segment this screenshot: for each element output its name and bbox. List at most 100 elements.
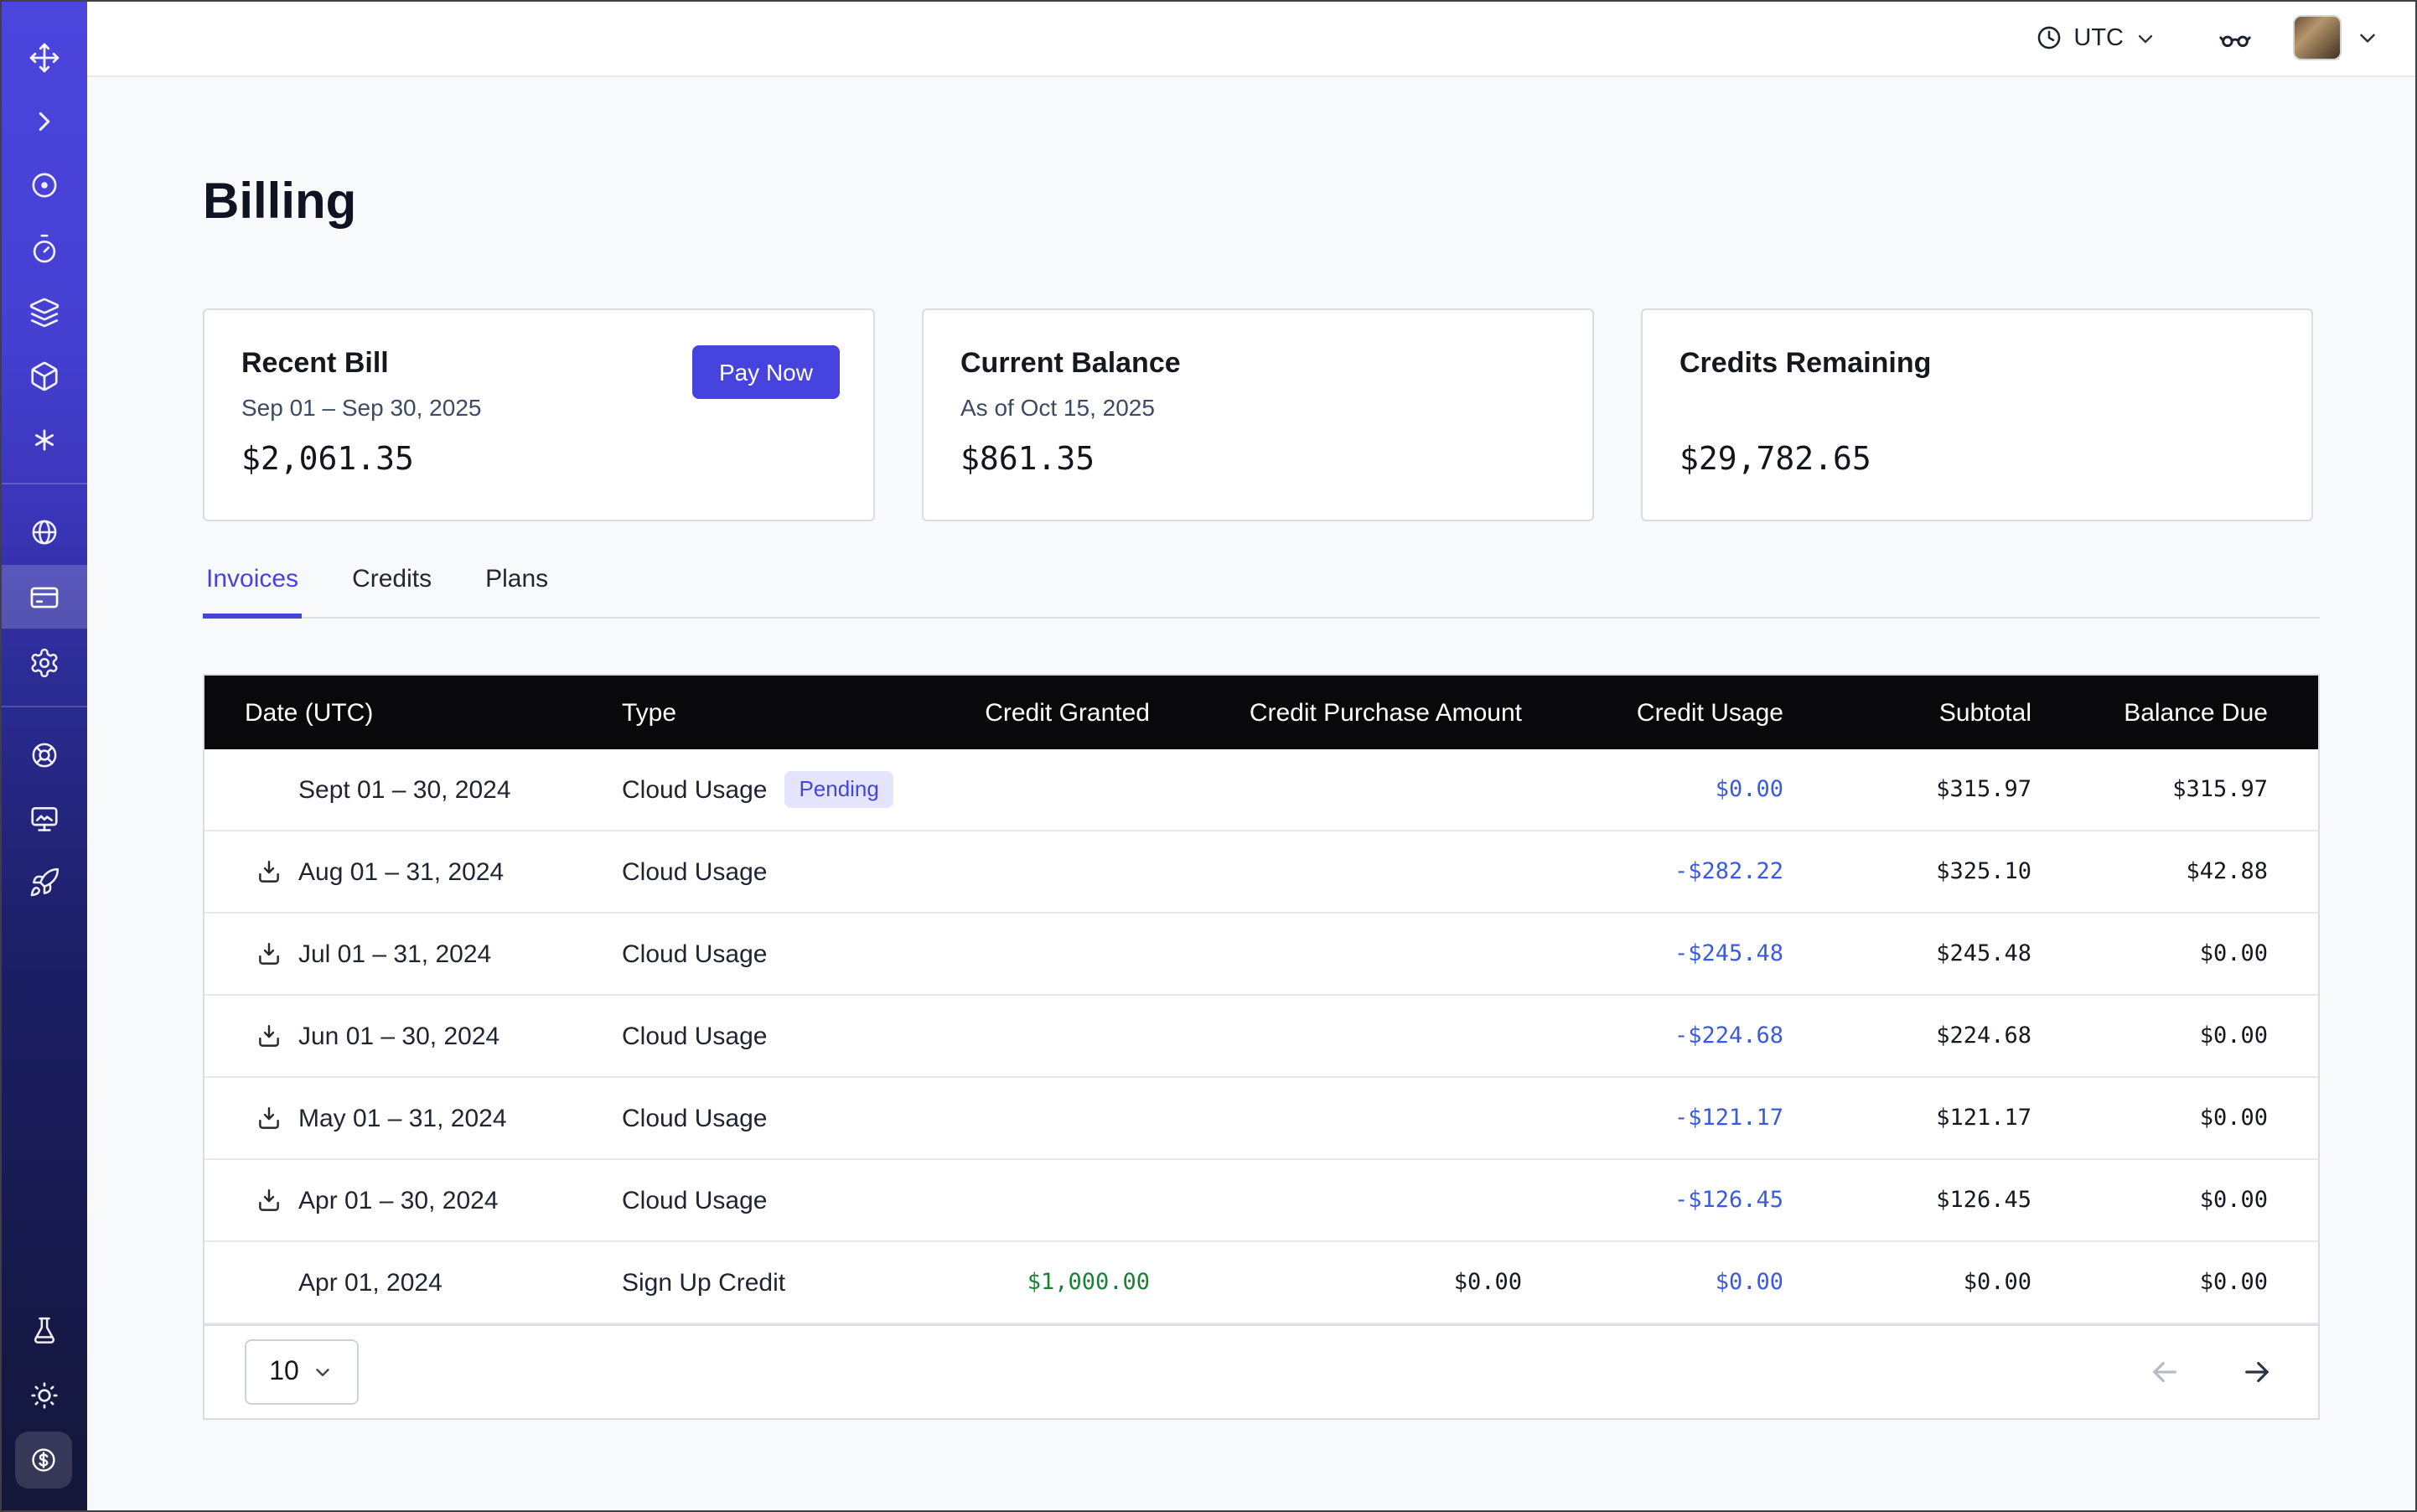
balance-due: $0.00 — [2075, 1105, 2318, 1131]
sidebar-item-console[interactable] — [0, 788, 87, 848]
invoice-date: Apr 01, 2024 — [298, 1268, 443, 1297]
sidebar-item-containers[interactable] — [0, 345, 87, 406]
card-title: Current Balance — [960, 347, 1181, 381]
sidebar-item-billing[interactable] — [0, 565, 87, 629]
status-badge: Pending — [784, 771, 893, 808]
col-credit-usage: Credit Usage — [1566, 698, 1827, 727]
table-row: Jul 01 – 31, 2024 Cloud Usage -$245.48 $… — [204, 914, 2318, 996]
credit-usage: $0.00 — [1566, 1269, 1827, 1296]
glasses-icon — [2218, 20, 2253, 55]
download-icon — [255, 1022, 283, 1050]
subtotal: $325.10 — [1827, 858, 2075, 885]
balance-due: $0.00 — [2075, 940, 2318, 967]
account-menu-button[interactable] — [2355, 25, 2380, 50]
credit-card-icon — [28, 581, 60, 613]
subtotal: $121.17 — [1827, 1105, 2075, 1131]
credits-remaining-card: Credits Remaining $29,782.65 — [1641, 308, 2313, 521]
download-invoice-button[interactable] — [255, 857, 283, 886]
sidebar-item-support[interactable] — [0, 724, 87, 784]
timer-icon — [28, 232, 60, 264]
sidebar-item-layers[interactable] — [0, 282, 87, 342]
download-invoice-button[interactable] — [255, 1186, 283, 1214]
credit-purchase: $0.00 — [1193, 1269, 1566, 1296]
next-page-button[interactable] — [2239, 1354, 2275, 1390]
rocket-icon — [28, 866, 60, 898]
download-invoice-button[interactable] — [255, 1104, 283, 1132]
avatar[interactable] — [2293, 15, 2342, 60]
download-invoice-button[interactable] — [255, 1022, 283, 1050]
download-icon — [255, 857, 283, 886]
app-logo[interactable] — [0, 27, 87, 87]
sidebar-item-settings[interactable] — [0, 632, 87, 692]
invoices-table: Date (UTC) Type Credit Granted Credit Pu… — [203, 674, 2320, 1420]
download-icon — [255, 1186, 283, 1214]
subtotal: $245.48 — [1827, 940, 2075, 967]
invoice-type: Cloud Usage — [622, 1022, 767, 1050]
table-row: Sept 01 – 30, 2024 Cloud UsagePending $0… — [204, 749, 2318, 831]
download-placeholder — [255, 1268, 283, 1297]
app-window: UTC Billing Recent Bill Sep 01 – Sep 30,… — [0, 0, 2417, 1512]
invoice-date: Sept 01 – 30, 2024 — [298, 775, 511, 804]
download-invoice-button[interactable] — [255, 940, 283, 968]
globe-icon — [28, 515, 60, 547]
credit-usage: -$121.17 — [1566, 1105, 1827, 1131]
cube-icon — [28, 360, 60, 391]
credit-usage: -$126.45 — [1566, 1187, 1827, 1214]
invoice-type: Cloud Usage — [622, 1104, 767, 1132]
balance-as-of: As of Oct 15, 2025 — [960, 394, 1155, 421]
sidebar-divider — [0, 483, 87, 484]
table-row: Aug 01 – 31, 2024 Cloud Usage -$282.22 $… — [204, 831, 2318, 914]
sidebar-item-services[interactable] — [0, 409, 87, 469]
gear-icon — [28, 646, 60, 678]
balance-due: $0.00 — [2075, 1023, 2318, 1049]
layers-icon — [28, 296, 60, 328]
sidebar-item-deploy[interactable] — [0, 852, 87, 912]
card-title: Credits Remaining — [1679, 347, 1931, 381]
display-icon — [28, 802, 60, 834]
col-type: Type — [582, 698, 942, 727]
target-icon — [28, 168, 60, 200]
chevron-down-icon — [2134, 26, 2157, 49]
timezone-label: UTC — [2073, 24, 2124, 51]
page-size-select[interactable]: 10 — [245, 1339, 359, 1405]
credits-shortcut[interactable] — [15, 1432, 72, 1489]
col-date: Date (UTC) — [204, 698, 582, 727]
invoice-date: Jun 01 – 30, 2024 — [298, 1022, 499, 1050]
timezone-selector[interactable]: UTC — [2035, 23, 2157, 52]
pay-now-button[interactable]: Pay Now — [692, 345, 840, 399]
table-row: Jun 01 – 30, 2024 Cloud Usage -$224.68 $… — [204, 996, 2318, 1078]
download-icon — [255, 1104, 283, 1132]
view-mode-button[interactable] — [2218, 20, 2253, 55]
invoice-type: Sign Up Credit — [622, 1268, 785, 1297]
pagination — [2147, 1354, 2275, 1390]
summary-cards: Recent Bill Sep 01 – Sep 30, 2025 $2,061… — [203, 308, 2320, 521]
invoice-type: Cloud Usage — [622, 857, 767, 886]
sidebar-item-labs[interactable] — [0, 1301, 87, 1361]
credit-usage: $0.00 — [1566, 776, 1827, 803]
invoice-date: Aug 01 – 31, 2024 — [298, 857, 504, 886]
tab-credits[interactable]: Credits — [349, 565, 435, 619]
table-footer: 10 — [204, 1324, 2318, 1418]
tab-invoices[interactable]: Invoices — [203, 565, 302, 619]
theme-toggle[interactable] — [0, 1364, 87, 1425]
col-credit-purchase: Credit Purchase Amount — [1193, 698, 1566, 727]
subtotal: $0.00 — [1827, 1269, 2075, 1296]
sidebar-item-network[interactable] — [0, 501, 87, 562]
invoice-type: Cloud Usage — [622, 1186, 767, 1214]
invoice-date: Jul 01 – 31, 2024 — [298, 940, 491, 968]
table-row: May 01 – 31, 2024 Cloud Usage -$121.17 $… — [204, 1078, 2318, 1160]
balance-due: $0.00 — [2075, 1269, 2318, 1296]
credit-usage: -$282.22 — [1566, 858, 1827, 885]
prev-page-button[interactable] — [2147, 1354, 2182, 1390]
sidebar-item-instances[interactable] — [0, 154, 87, 215]
flask-icon — [28, 1315, 60, 1347]
invoice-date: May 01 – 31, 2024 — [298, 1104, 507, 1132]
sidebar-collapse-button[interactable] — [0, 91, 87, 151]
lifebuoy-icon — [28, 738, 60, 770]
credit-usage: -$245.48 — [1566, 940, 1827, 967]
invoice-date: Apr 01 – 30, 2024 — [298, 1186, 499, 1214]
chevron-down-icon — [313, 1361, 334, 1383]
tab-plans[interactable]: Plans — [482, 565, 551, 619]
sidebar-item-timer[interactable] — [0, 218, 87, 278]
col-credit-granted: Credit Granted — [942, 698, 1193, 727]
